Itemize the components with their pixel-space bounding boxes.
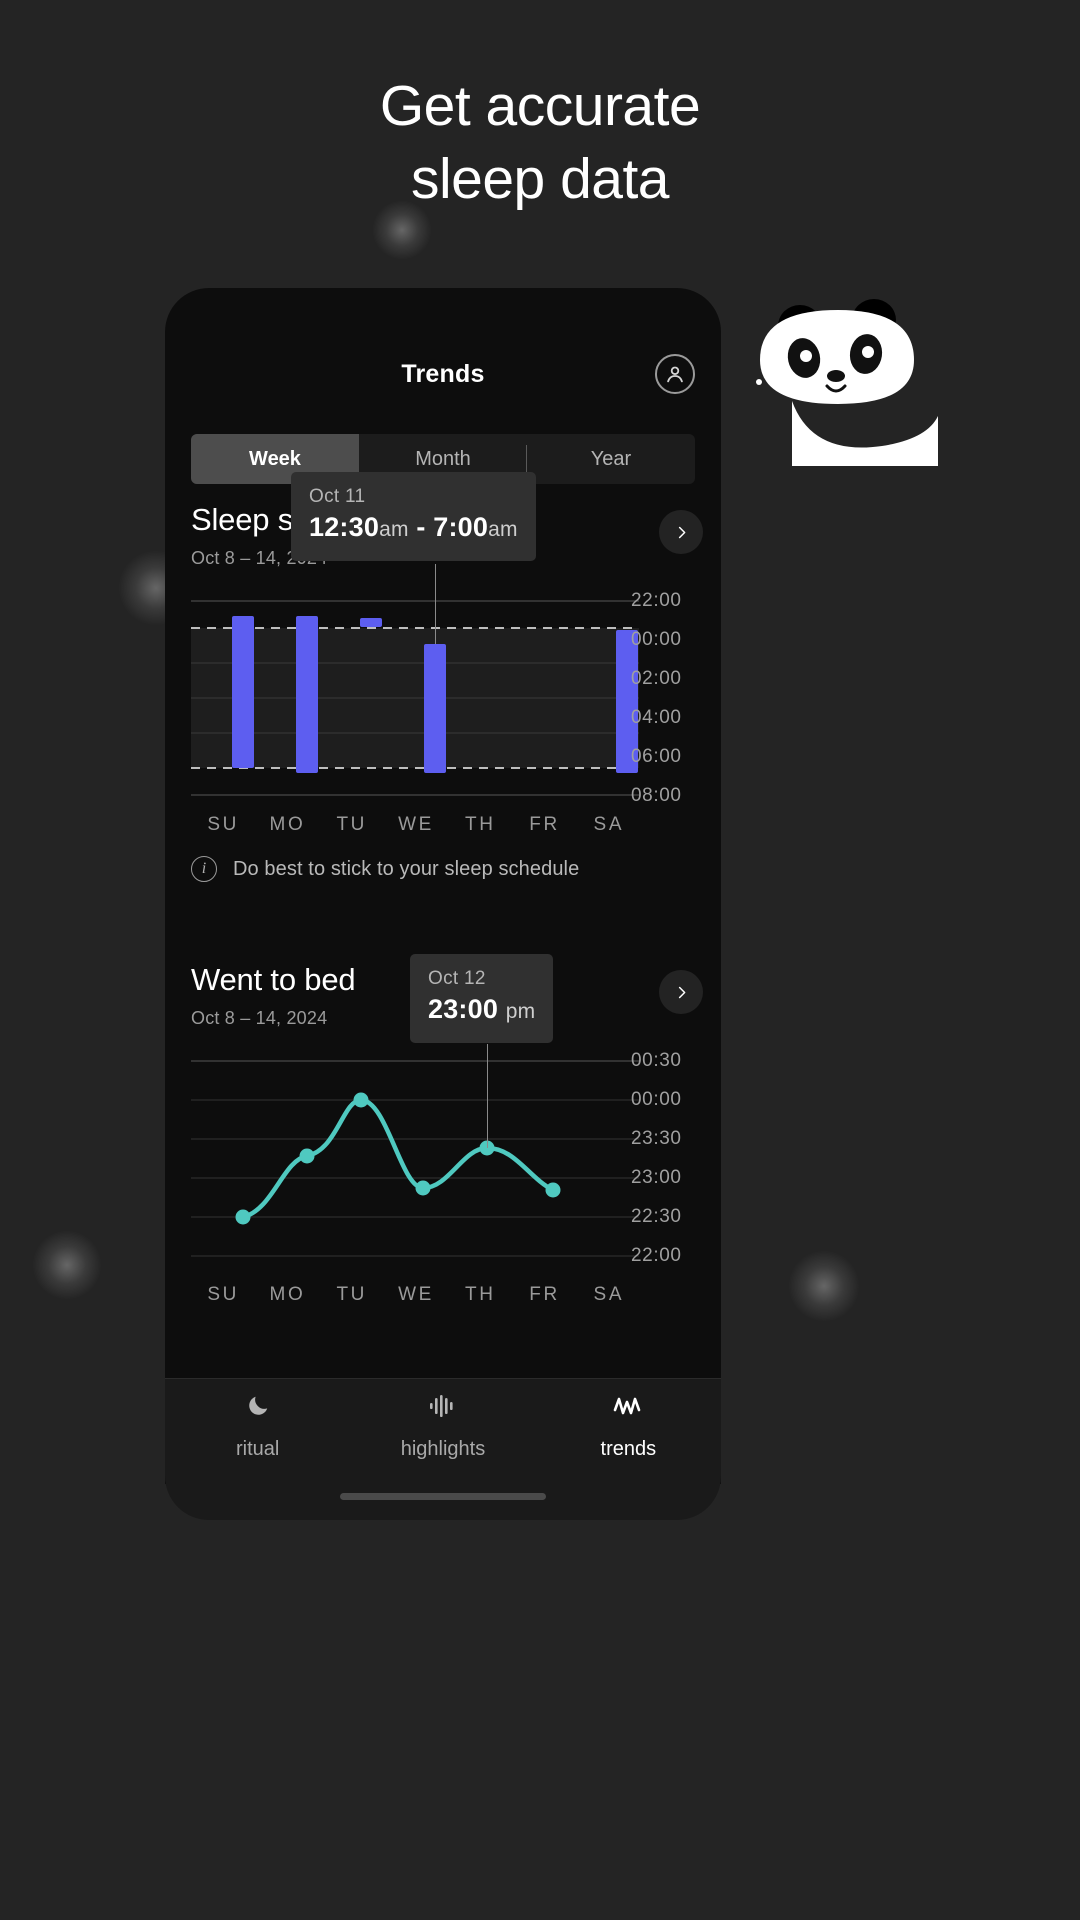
headline-line-2: sleep data bbox=[410, 147, 670, 211]
x-label: TH bbox=[465, 1284, 496, 1305]
chevron-right-icon bbox=[678, 986, 685, 998]
x-label: WE bbox=[398, 1284, 434, 1305]
nav-label-ritual: ritual bbox=[235, 1438, 280, 1460]
y-tick: 00:00 bbox=[631, 1089, 682, 1110]
x-label: SA bbox=[593, 1284, 625, 1305]
went-to-bed-title: Went to bed bbox=[191, 962, 356, 997]
data-point-su bbox=[235, 1209, 251, 1225]
bar-we bbox=[424, 644, 446, 773]
y-tick: 23:00 bbox=[631, 1167, 682, 1188]
data-point-mo bbox=[299, 1148, 315, 1164]
went-to-bed-subtitle: Oct 8 – 14, 2024 bbox=[191, 1008, 328, 1028]
tooltip-dash: - bbox=[416, 512, 426, 542]
chevron-right-icon bbox=[678, 526, 685, 538]
x-label: SA bbox=[593, 814, 625, 835]
moon-icon bbox=[245, 1393, 271, 1424]
data-point-tu bbox=[353, 1092, 369, 1108]
data-point-fr bbox=[545, 1182, 561, 1198]
bedtime-tooltip-stem bbox=[487, 1044, 488, 1148]
x-label: FR bbox=[529, 1284, 560, 1305]
y-tick: 00:00 bbox=[631, 629, 682, 650]
app-title: Trends bbox=[401, 360, 485, 388]
nav-label-trends: trends bbox=[600, 1438, 657, 1460]
y-tick: 22:00 bbox=[631, 590, 682, 611]
x-label: SU bbox=[207, 1284, 239, 1305]
sleep-schedule-detail-button[interactable] bbox=[659, 510, 703, 554]
nav-label-highlights: highlights bbox=[400, 1438, 486, 1460]
sleep-schedule-y-axis: 22:00 00:00 02:00 04:00 06:00 08:00 bbox=[631, 590, 711, 806]
x-label: MO bbox=[269, 814, 306, 835]
tooltip-end: 7:00 bbox=[433, 512, 489, 542]
tooltip-end-unit: am bbox=[488, 518, 518, 541]
bokeh-dot bbox=[788, 1250, 860, 1322]
tooltip-time: 23:00 bbox=[428, 994, 499, 1024]
tooltip-start-unit: am bbox=[379, 518, 409, 541]
bokeh-dot bbox=[32, 1230, 102, 1300]
tooltip-date: Oct 12 bbox=[428, 968, 486, 989]
tooltip-start: 12:30 bbox=[309, 512, 380, 542]
bar-su bbox=[232, 616, 254, 768]
tooltip-date: Oct 11 bbox=[309, 486, 366, 507]
nav-item-highlights[interactable]: highlights bbox=[350, 1393, 535, 1461]
y-tick: 00:30 bbox=[631, 1050, 682, 1071]
tab-year[interactable]: Year bbox=[527, 434, 695, 484]
app-header: Trends bbox=[165, 354, 721, 414]
x-label: TU bbox=[336, 814, 367, 835]
sleep-schedule-tooltip: Oct 11 12:30am - 7:00am bbox=[291, 472, 536, 561]
x-label: WE bbox=[398, 814, 434, 835]
x-label: MO bbox=[269, 1284, 306, 1305]
y-tick: 08:00 bbox=[631, 785, 682, 806]
bar-tu bbox=[360, 618, 382, 627]
y-tick: 02:00 bbox=[631, 668, 682, 689]
y-tick: 06:00 bbox=[631, 746, 682, 767]
went-to-bed-section: Went to bed Oct 8 – 14, 2024 00:30 00:00… bbox=[165, 954, 721, 1376]
y-tick: 22:30 bbox=[631, 1206, 682, 1227]
tab-week-label: Week bbox=[249, 447, 301, 470]
sleep-schedule-x-labels: SU MO TU WE TH FR SA bbox=[191, 814, 641, 836]
went-to-bed-y-axis: 00:30 00:00 23:30 23:00 22:30 22:00 bbox=[631, 1050, 711, 1266]
data-point-we bbox=[415, 1180, 431, 1196]
y-tick: 22:00 bbox=[631, 1245, 682, 1266]
went-to-bed-tooltip: Oct 12 23:00 pm bbox=[410, 954, 554, 1043]
headline-line-1: Get accurate bbox=[379, 74, 701, 138]
x-label: FR bbox=[529, 814, 560, 835]
activity-icon bbox=[613, 1393, 643, 1424]
waveform-icon bbox=[429, 1393, 457, 1424]
bar-mo bbox=[296, 616, 318, 773]
sleep-schedule-info: i Do best to stick to your sleep schedul… bbox=[191, 856, 579, 882]
sleep-tooltip-stem bbox=[435, 564, 436, 644]
account-circle-icon[interactable] bbox=[655, 354, 695, 394]
tooltip-value: 23:00 pm bbox=[428, 992, 535, 1029]
sleep-schedule-section: Sleep schedule Oct 8 – 14, 2024 bbox=[165, 472, 721, 916]
page-root: Get accurate sleep data Trends Week Mont… bbox=[0, 0, 1080, 1920]
nav-item-ritual[interactable]: ritual bbox=[165, 1393, 350, 1461]
tooltip-value: 12:30am - 7:00am bbox=[309, 510, 518, 547]
y-tick: 23:30 bbox=[631, 1128, 682, 1149]
went-to-bed-x-labels: SU MO TU WE TH FR SA bbox=[191, 1284, 641, 1306]
panda-mascot-illustration bbox=[752, 296, 942, 466]
phone-mockup: Trends Week Month Year Sleep Oct 8 – 14,… bbox=[165, 288, 721, 1484]
sleep-schedule-info-text: Do best to stick to your sleep schedule bbox=[233, 857, 580, 880]
home-indicator bbox=[340, 1493, 546, 1500]
info-icon: i bbox=[191, 856, 217, 882]
tab-year-label: Year bbox=[590, 447, 632, 470]
sleep-schedule-bar-chart bbox=[191, 600, 641, 796]
x-label: TH bbox=[465, 814, 496, 835]
went-to-bed-line-chart bbox=[191, 1060, 641, 1260]
bottom-navigation-bar: ritual highlights trends bbox=[165, 1378, 721, 1520]
y-tick: 04:00 bbox=[631, 707, 682, 728]
tab-month-label: Month bbox=[415, 447, 471, 470]
page-title: Get accurate sleep data bbox=[0, 70, 1080, 216]
tooltip-unit: pm bbox=[505, 1000, 536, 1023]
x-label: SU bbox=[207, 814, 239, 835]
went-to-bed-detail-button[interactable] bbox=[659, 970, 703, 1014]
nav-item-trends[interactable]: trends bbox=[536, 1393, 721, 1461]
bedtime-line bbox=[240, 1097, 556, 1220]
x-label: TU bbox=[336, 1284, 367, 1305]
